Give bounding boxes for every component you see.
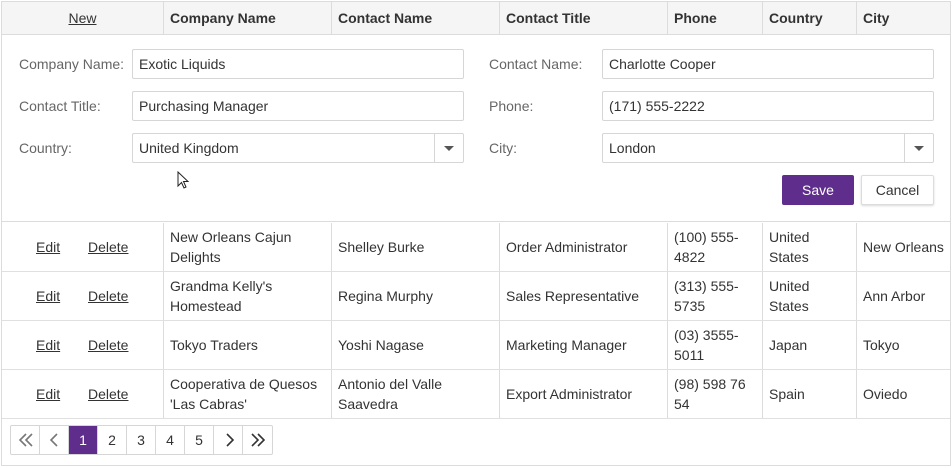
company-name-input[interactable] [132,49,464,79]
edit-link[interactable]: Edit [36,321,60,369]
chevron-left-icon [49,433,58,447]
cell-company-name: Cooperativa de Quesos 'Las Cabras' [170,376,318,412]
column-header-contact-title[interactable]: Contact Title [499,2,591,34]
page-button-3[interactable]: 3 [127,426,156,454]
next-page-button[interactable] [214,426,243,454]
new-record-link[interactable]: New [2,2,163,34]
column-header-company-name[interactable]: Company Name [163,2,276,34]
data-grid: New Company Name Contact Name Contact Ti… [1,1,951,466]
cell-company-name: Grandma Kelly's Homestead [170,278,273,314]
cell-phone: (100) 555-4822 [674,229,739,265]
chevron-down-icon[interactable] [904,134,933,162]
cell-phone: (98) 598 76 54 [674,376,746,412]
city-select[interactable]: London [602,133,934,163]
country-select[interactable]: United Kingdom [132,133,464,163]
edit-form: Company Name: Contact Name: Contact Titl… [2,35,950,222]
cell-contact-name: Yoshi Nagase [338,337,424,353]
delete-link[interactable]: Delete [88,321,128,369]
column-header-city[interactable]: City [856,2,889,34]
delete-link[interactable]: Delete [88,370,128,418]
table-row: Edit Delete Grandma Kelly's Homestead Regin… [2,272,950,321]
first-page-button[interactable] [11,426,40,454]
cell-country: United States [769,278,810,314]
cell-contact-name: Regina Murphy [338,288,433,304]
page-button-4[interactable]: 4 [156,426,185,454]
contact-title-input[interactable] [132,91,464,121]
page-button-1[interactable]: 1 [69,426,98,454]
cell-contact-title: Order Administrator [506,239,628,255]
cell-country: Spain [769,386,805,402]
delete-link[interactable]: Delete [88,223,128,271]
chevron-down-icon[interactable] [434,134,463,162]
table-row: Edit Delete Cooperativa de Quesos 'Las Cab… [2,370,950,419]
grid-header: New Company Name Contact Name Contact Ti… [2,2,950,35]
cell-contact-title: Export Administrator [506,386,633,402]
phone-input[interactable] [602,91,934,121]
page-button-5[interactable]: 5 [185,426,214,454]
cell-city: Tokyo [863,337,900,353]
country-label: Country: [19,140,72,156]
phone-label: Phone: [489,98,534,114]
column-header-contact-name[interactable]: Contact Name [331,2,432,34]
previous-page-button[interactable] [40,426,69,454]
delete-link[interactable]: Delete [88,272,128,320]
cell-phone: (313) 555-5735 [674,278,739,314]
cell-company-name: New Orleans Cajun Delights [170,229,292,265]
cell-contact-name: Antonio del Valle Saavedra [338,376,443,412]
company-name-label: Company Name: [19,56,125,72]
double-chevron-left-icon [18,433,33,447]
cell-contact-title: Sales Representative [506,288,640,304]
column-header-country[interactable]: Country [762,2,823,34]
cell-country: Japan [769,337,808,353]
column-header-phone[interactable]: Phone [667,2,717,34]
table-row: Edit Delete New Orleans Cajun Delights Shel… [2,223,950,272]
cell-contact-title: Marketing Manager [506,337,627,353]
mouse-cursor-icon [177,171,190,189]
country-select-value: United Kingdom [139,140,239,156]
save-button[interactable]: Save [782,175,854,205]
cancel-button[interactable]: Cancel [861,175,934,205]
contact-name-input[interactable] [602,49,934,79]
cell-company-name: Tokyo Traders [170,337,258,353]
cell-country: United States [769,229,810,265]
page-button-2[interactable]: 2 [98,426,127,454]
city-select-value: London [609,140,656,156]
cell-phone: (03) 3555-5011 [674,327,739,363]
pager: 1 2 3 4 5 [10,425,273,455]
cell-contact-name: Shelley Burke [338,239,425,255]
last-page-button[interactable] [243,426,272,454]
contact-title-label: Contact Title: [19,98,101,114]
chevron-right-icon [226,433,235,447]
edit-link[interactable]: Edit [36,272,60,320]
table-row: Edit Delete Tokyo Traders Yoshi Nagase Marke… [2,321,950,370]
city-label: City: [489,140,517,156]
edit-link[interactable]: Edit [36,223,60,271]
cell-city: New Orleans [863,239,944,255]
contact-name-label: Contact Name: [489,56,583,72]
edit-link[interactable]: Edit [36,370,60,418]
cell-city: Oviedo [863,386,908,402]
double-chevron-right-icon [251,433,266,447]
cell-city: Ann Arbor [863,288,926,304]
